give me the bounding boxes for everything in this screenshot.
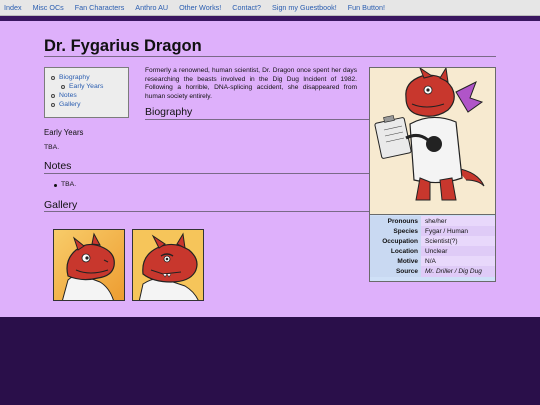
infobox-key: Motive: [370, 256, 421, 267]
character-portrait: [370, 68, 495, 215]
infobox-row-species: Species Fygar / Human: [370, 226, 495, 237]
main-content: Dr. Fygarius Dragon Biography Early Year…: [0, 21, 540, 317]
gallery-heading: Gallery: [44, 199, 78, 211]
gallery-divider: [44, 211, 369, 212]
infobox-row-occupation: Occupation Scientist(?): [370, 236, 495, 247]
toc-item-label: Early Years: [69, 83, 104, 90]
top-nav-bar: Index Misc OCs Fan Characters Anthro AU …: [0, 0, 540, 16]
toc-item-label: Biography: [59, 74, 90, 81]
early-years-heading: Early Years: [44, 128, 84, 137]
infobox-key: Occupation: [370, 236, 421, 247]
infobox-row-source: Source Mr. Driller / Dig Dug: [370, 266, 495, 277]
biography-heading: Biography: [145, 106, 193, 118]
infobox-details: Pronouns she/her Species Fygar / Human O…: [370, 216, 495, 277]
dragon-portrait-image: [133, 230, 203, 300]
infobox-key: Species: [370, 226, 421, 237]
notes-item: TBA.: [61, 181, 77, 188]
nav-link-fan-characters[interactable]: Fan Characters: [75, 3, 125, 12]
nav-link-other-works[interactable]: Other Works!: [179, 3, 221, 12]
infobox-row-motive: Motive N/A: [370, 256, 495, 267]
nav-link-contact[interactable]: Contact?: [232, 3, 261, 12]
nav-link-guestbook[interactable]: Sign my Guestbook!: [272, 3, 337, 12]
circle-bullet-icon: [51, 102, 55, 107]
biography-divider: [145, 119, 369, 120]
infobox-value: Fygar / Human: [421, 226, 495, 237]
infobox-row-location: Location Unclear: [370, 246, 495, 257]
infobox-key: Location: [370, 246, 421, 257]
page-footer: [0, 317, 540, 405]
circle-bullet-icon: [61, 84, 65, 89]
toc-item-label: Gallery: [59, 101, 81, 108]
infobox-value: Unclear: [421, 246, 495, 257]
character-infobox: Pronouns she/her Species Fygar / Human O…: [369, 67, 496, 282]
toc-item-notes[interactable]: Notes: [51, 91, 128, 100]
list-bullet-icon: [54, 184, 57, 187]
toc-item-biography[interactable]: Biography: [51, 73, 128, 82]
infobox-value: Scientist(?): [421, 236, 495, 247]
infobox-key: Pronouns: [370, 216, 421, 227]
notes-divider: [44, 173, 369, 174]
gallery-thumbnail[interactable]: [132, 229, 204, 301]
nav-link-index[interactable]: Index: [4, 3, 22, 12]
infobox-key: Source: [370, 266, 421, 277]
nav-link-anthro-au[interactable]: Anthro AU: [135, 3, 168, 12]
intro-paragraph: Formerly a renowned, human scientist, Dr…: [145, 67, 357, 100]
notes-heading: Notes: [44, 160, 72, 172]
infobox-value: Mr. Driller / Dig Dug: [421, 266, 495, 277]
dragon-portrait-image: [54, 230, 124, 300]
toc-item-gallery[interactable]: Gallery: [51, 100, 128, 109]
nav-link-fun-button[interactable]: Fun Button!: [348, 3, 385, 12]
toc-item-label: Notes: [59, 92, 77, 99]
gallery-thumbnail[interactable]: [53, 229, 125, 301]
dragon-scientist-image: [370, 68, 495, 214]
table-of-contents: Biography Early Years Notes Gallery: [44, 67, 129, 118]
infobox-row-pronouns: Pronouns she/her: [370, 216, 495, 227]
circle-bullet-icon: [51, 93, 55, 98]
infobox-value: N/A: [421, 256, 495, 267]
early-years-text: TBA.: [44, 144, 60, 151]
nav-link-misc-ocs[interactable]: Misc OCs: [33, 3, 64, 12]
circle-bullet-icon: [51, 75, 55, 80]
page-title: Dr. Fygarius Dragon: [44, 37, 202, 55]
title-divider: [44, 56, 496, 57]
infobox-value: she/her: [421, 216, 495, 227]
toc-item-early-years[interactable]: Early Years: [51, 82, 128, 91]
